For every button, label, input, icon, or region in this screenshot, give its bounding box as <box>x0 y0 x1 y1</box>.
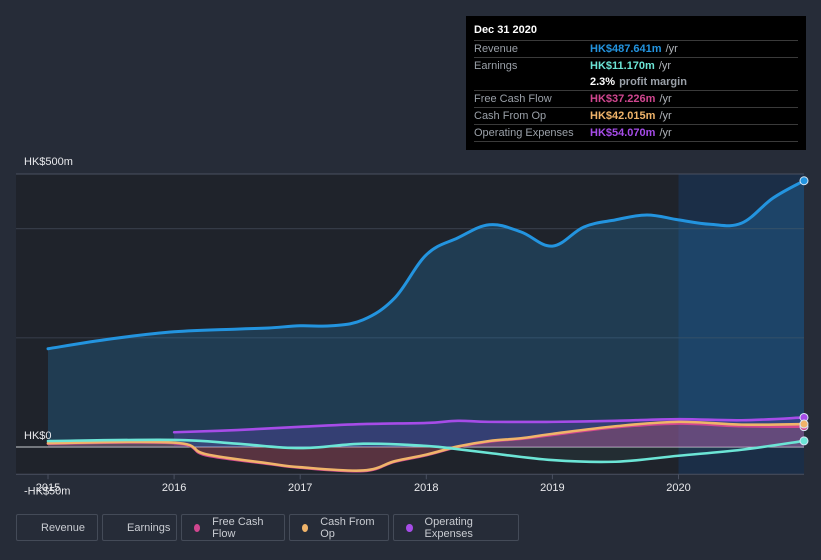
legend-item-operating-expenses[interactable]: Operating Expenses <box>393 514 519 541</box>
tooltip-row-operating-expenses: Operating Expenses HK$54.070m /yr <box>474 125 798 142</box>
tooltip-unit: /yr <box>659 127 672 139</box>
tooltip-date: Dec 31 2020 <box>474 22 798 41</box>
tooltip-label: Cash From Op <box>474 110 547 122</box>
y-tick-label: HK$0 <box>24 430 52 442</box>
tooltip-value: HK$42.015m <box>590 110 656 122</box>
tooltip-row-cash-from-op: Cash From Op HK$42.015m /yr <box>474 108 798 125</box>
legend-dot-icon <box>406 523 413 532</box>
x-tick-label: 2019 <box>540 482 564 494</box>
tooltip-label: Earnings <box>474 60 518 72</box>
tooltip-label: Operating Expenses <box>474 127 574 139</box>
tooltip-unit: /yr <box>665 43 678 55</box>
legend-dot-icon <box>302 523 309 532</box>
x-tick-label: 2018 <box>414 482 438 494</box>
tooltip-value: HK$487.641m <box>590 43 662 55</box>
tooltip-value: HK$11.170m <box>590 60 655 72</box>
tooltip-label: Free Cash Flow <box>474 93 552 105</box>
legend-dot-icon <box>194 523 201 532</box>
tooltip-unit: /yr <box>658 60 672 72</box>
end-dot-revenue <box>799 176 809 186</box>
legend-item-cash-from-op[interactable]: Cash From Op <box>289 514 389 541</box>
legend-label: Earnings <box>127 521 171 534</box>
x-tick-label: 2015 <box>36 482 60 494</box>
tooltip: Dec 31 2020 Revenue HK$487.641m /yr Earn… <box>466 16 806 150</box>
x-tick-label: 2017 <box>288 482 312 494</box>
legend-item-revenue[interactable]: Revenue <box>16 514 98 541</box>
x-axis: 2015 2016 2017 2018 2019 2020 <box>16 473 804 494</box>
tooltip-value: HK$37.226m <box>590 93 656 105</box>
tooltip-row-earnings: Earnings HK$11.170m /yr <box>474 58 798 74</box>
legend-label: Operating Expenses <box>424 515 473 540</box>
x-tick-label: 2020 <box>666 482 690 494</box>
legend-item-earnings[interactable]: Earnings <box>102 514 177 541</box>
y-tick-label: HK$500m <box>24 156 73 168</box>
tooltip-row-profit-margin: 2.3% profit margin <box>474 74 798 91</box>
tooltip-label <box>474 74 590 90</box>
legend-label: Revenue <box>41 521 86 534</box>
tooltip-unit: /yr <box>659 93 672 105</box>
tooltip-unit: profit margin <box>619 76 687 88</box>
tooltip-value: HK$54.070m <box>590 127 656 139</box>
tooltip-row-free-cash-flow: Free Cash Flow HK$37.226m /yr <box>474 91 798 108</box>
legend: Revenue Earnings Free Cash Flow Cash Fro… <box>16 514 519 541</box>
tooltip-label: Revenue <box>474 43 519 55</box>
tooltip-value: 2.3% <box>590 76 616 88</box>
tooltip-unit: /yr <box>659 110 672 122</box>
legend-item-free-cash-flow[interactable]: Free Cash Flow <box>181 514 285 541</box>
end-dot-earnings <box>799 436 809 446</box>
legend-label: Cash From Op <box>320 515 375 540</box>
x-tick-label: 2016 <box>162 482 186 494</box>
end-dot-cash-from-op <box>799 419 809 429</box>
tooltip-row-revenue: Revenue HK$487.641m /yr <box>474 41 798 58</box>
legend-label: Free Cash Flow <box>212 515 264 540</box>
